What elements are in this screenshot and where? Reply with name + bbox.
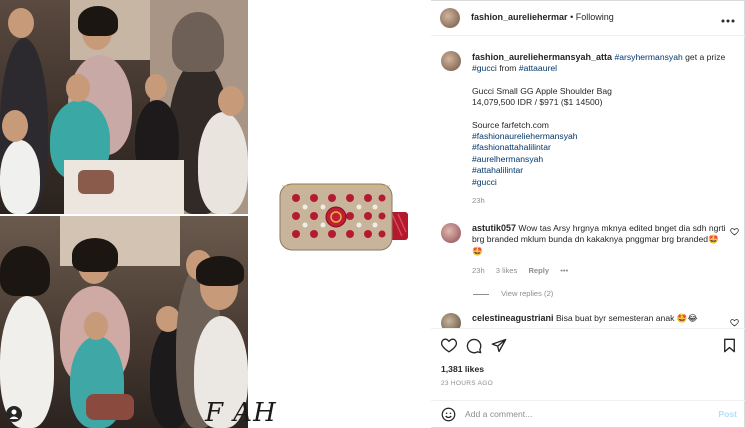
hashtag-link[interactable]: #gucci	[472, 63, 497, 73]
like-icon[interactable]	[440, 338, 458, 355]
bookmark-icon[interactable]	[723, 338, 736, 355]
comment-item: astutik057 Wow tas Arsy hrgnya mknya edi…	[472, 223, 727, 257]
separator: •	[570, 12, 574, 22]
watermark: F AH	[205, 398, 277, 428]
comment-options-icon[interactable]: •••	[560, 266, 568, 275]
user-tag-icon[interactable]	[6, 406, 22, 422]
comment-avatar[interactable]	[441, 223, 461, 243]
caption-text: from	[499, 63, 517, 74]
likes-count[interactable]: 1,381 likes	[441, 364, 484, 374]
post-timestamp[interactable]: 23 HOURS AGO	[441, 380, 493, 387]
add-comment-input[interactable]: Add a comment...	[465, 409, 532, 419]
caption-time[interactable]: 23h	[472, 195, 732, 206]
post-header: fashion_aureliehermar • Following	[431, 0, 745, 36]
post-button[interactable]: Post	[718, 409, 737, 419]
gucci-bag-image	[274, 176, 408, 260]
header-username[interactable]: fashion_aureliehermar	[471, 12, 568, 22]
view-replies[interactable]: View replies (2)	[473, 289, 553, 298]
hashtag-link[interactable]: #fashionattahalilintar	[472, 142, 732, 153]
comment-likes[interactable]: 3 likes	[496, 266, 518, 275]
caption-price: 14,079,500 IDR / $971 ($1 14500)	[472, 97, 603, 108]
caption-text: get a prize	[685, 52, 726, 62]
avatar[interactable]	[440, 8, 460, 28]
photo-bottom	[0, 216, 248, 428]
comment-username[interactable]: astutik057	[472, 223, 516, 233]
mention-link[interactable]: #arsyhermansyah	[614, 52, 682, 62]
hashtag-link[interactable]: #attahalilintar	[472, 165, 732, 176]
post-media[interactable]: F AH	[0, 0, 431, 428]
comment-item: celestineagustriani Bisa buat byr semest…	[472, 313, 727, 324]
hashtag-link[interactable]: #aurelhermansyah	[472, 154, 732, 165]
photo-top	[0, 0, 248, 214]
reply-button[interactable]: Reply	[528, 266, 549, 275]
share-icon[interactable]	[491, 338, 507, 355]
comment-icon[interactable]	[466, 338, 482, 356]
post-actions: 1,381 likes 23 HOURS AGO	[431, 328, 745, 400]
hashtag-link[interactable]: #fashionaureliehermansyah	[472, 131, 732, 142]
like-comment-icon[interactable]	[730, 227, 739, 238]
following-button[interactable]: Following	[576, 12, 614, 22]
comment-meta: 23h 3 likes Reply •••	[472, 266, 568, 275]
comment-avatar[interactable]	[441, 313, 461, 328]
like-comment-icon[interactable]	[730, 318, 739, 328]
comments-section[interactable]: fashion_aureliehermansyah_atta #arsyherm…	[431, 37, 745, 328]
hashtag-link[interactable]: #attaaurel	[519, 63, 557, 73]
more-options-icon[interactable]	[721, 10, 735, 26]
caption-username[interactable]: fashion_aureliehermansyah_atta	[472, 52, 612, 62]
view-replies-label[interactable]: View replies (2)	[501, 289, 553, 298]
emoji-icon[interactable]	[441, 407, 456, 424]
comment-time[interactable]: 23h	[472, 266, 485, 275]
hashtag-link[interactable]: #gucci	[472, 177, 732, 188]
add-comment-bar: Add a comment... Post	[431, 400, 745, 428]
comment-username[interactable]: celestineagustriani	[472, 313, 554, 323]
comment-text: Bisa buat byr semesteran anak 🤩😂	[555, 313, 698, 323]
caption: fashion_aureliehermansyah_atta #arsyherm…	[472, 52, 732, 206]
caption-source: Source farfetch.com	[472, 119, 549, 130]
caption-avatar[interactable]	[441, 51, 461, 71]
caption-product: Gucci Small GG Apple Shoulder Bag	[472, 85, 612, 96]
